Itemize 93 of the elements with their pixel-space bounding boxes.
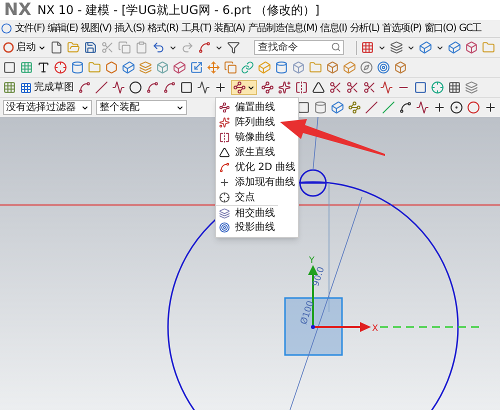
cube-icon[interactable]: [173, 61, 186, 74]
shape-icon[interactable]: [105, 61, 118, 74]
polyline-icon[interactable]: [197, 81, 210, 94]
x-axis-label: X: [372, 324, 378, 334]
caret-icon[interactable]: [176, 104, 184, 112]
compass-icon[interactable]: [360, 61, 373, 74]
menu-item[interactable]: 插入(S): [114, 21, 144, 36]
axis-icon[interactable]: [431, 81, 444, 94]
menu-item[interactable]: 格式(R): [148, 21, 178, 36]
new-file-icon[interactable]: [50, 41, 63, 54]
menu-item[interactable]: 添加现有曲线: [216, 175, 298, 190]
construction-line: [348, 196, 362, 240]
dimension-label: Ø100: [299, 300, 316, 326]
menu-item[interactable]: 装配(A): [214, 21, 245, 36]
cube-icon[interactable]: [122, 61, 135, 74]
finish-sketch-button[interactable]: 完成草图: [20, 80, 74, 95]
menu-item[interactable]: 窗口(O): [424, 21, 456, 36]
window-title: NX 10 - 建模 - [学UG就上UG网 - 6.prt （修改的）]: [37, 2, 320, 19]
mirror-curve-icon[interactable]: [295, 81, 308, 94]
cube-icon[interactable]: [448, 41, 461, 54]
menu-item[interactable]: 派生直线: [216, 145, 278, 160]
curve-icon[interactable]: [399, 101, 412, 114]
filter-icon[interactable]: [227, 41, 240, 54]
menu-item[interactable]: 投影曲线: [216, 220, 278, 235]
box-icon[interactable]: [326, 61, 339, 74]
search-icon[interactable]: [331, 42, 341, 52]
menu-item[interactable]: 阵列曲线: [216, 115, 278, 130]
menu-item[interactable]: 交点: [216, 190, 258, 205]
construction-line: [312, 117, 318, 170]
caret-icon[interactable]: [247, 84, 255, 92]
search-field[interactable]: 查找命令: [254, 40, 344, 55]
scale-icon[interactable]: [190, 61, 203, 74]
move-icon[interactable]: [207, 61, 220, 74]
start-button[interactable]: 启动: [3, 40, 46, 55]
target-icon[interactable]: [377, 61, 390, 74]
caret-icon[interactable]: [215, 44, 223, 52]
menu-item[interactable]: 偏置曲线: [216, 100, 278, 115]
menu-item[interactable]: 文件(F): [15, 21, 45, 36]
small-circle: [299, 169, 327, 197]
caret-icon[interactable]: [407, 44, 415, 52]
caret-icon[interactable]: [81, 104, 90, 112]
curve-icon[interactable]: [219, 162, 230, 173]
box-icon[interactable]: [465, 41, 478, 54]
line-icon[interactable]: [382, 101, 395, 114]
filter-dropdown[interactable]: 没有选择过滤器: [3, 100, 92, 115]
text-icon[interactable]: [37, 61, 50, 74]
cylinder-icon[interactable]: [275, 61, 288, 74]
line-icon[interactable]: [95, 81, 108, 94]
point-icon[interactable]: [214, 81, 227, 94]
menu-item[interactable]: 首选项(P): [382, 21, 422, 36]
layers-icon[interactable]: [465, 81, 478, 94]
curve-dropdown-button[interactable]: [231, 80, 257, 95]
copy-body-icon[interactable]: [224, 61, 237, 74]
grid-icon[interactable]: [448, 81, 461, 94]
center-icon[interactable]: [450, 101, 463, 114]
layers-icon[interactable]: [390, 41, 403, 54]
menu-item[interactable]: 产品制造信息(M): [248, 21, 318, 36]
polyline-icon[interactable]: [416, 101, 429, 114]
menu-item[interactable]: 信息(I): [320, 21, 347, 36]
caret-icon[interactable]: [436, 44, 444, 52]
y-axis-label: Y: [309, 256, 314, 266]
caret-icon[interactable]: [169, 44, 177, 52]
app-logo: NX: [4, 2, 32, 18]
menu-item[interactable]: GC工: [458, 21, 482, 36]
selected-square: [284, 297, 343, 356]
circle-icon[interactable]: [129, 81, 142, 94]
box-icon[interactable]: [394, 61, 407, 74]
mirror-curve-icon[interactable]: [219, 132, 230, 143]
menu-item[interactable]: 视图(V): [80, 21, 112, 36]
menu-item[interactable]: 分析(L): [350, 21, 380, 36]
cube-icon[interactable]: [331, 101, 344, 114]
trim-icon[interactable]: [329, 81, 342, 94]
scope-dropdown[interactable]: 整个装配: [96, 100, 187, 115]
point-icon[interactable]: [484, 101, 497, 114]
rectangle-icon[interactable]: [180, 81, 193, 94]
datum-axis-icon[interactable]: [54, 61, 67, 74]
menu-item[interactable]: 镜像曲线: [216, 130, 278, 145]
caret-icon[interactable]: [38, 44, 46, 52]
frame-icon[interactable]: [414, 81, 427, 94]
menu-item[interactable]: 相交曲线: [216, 205, 278, 220]
cube-icon[interactable]: [419, 41, 432, 54]
save-icon[interactable]: [84, 41, 97, 54]
menu-item[interactable]: 编辑(E): [48, 21, 78, 36]
menu-item[interactable]: 优化 2D 曲线: [216, 160, 298, 175]
cylinder-icon[interactable]: [71, 61, 84, 74]
undo-icon[interactable]: [152, 41, 165, 54]
dimension-label: 90.0: [311, 266, 328, 288]
grid-icon[interactable]: [361, 41, 374, 54]
caret-icon[interactable]: [378, 44, 386, 52]
line-icon[interactable]: [365, 101, 378, 114]
curve-icon[interactable]: [198, 41, 211, 54]
link-icon[interactable]: [241, 61, 254, 74]
menu-item[interactable]: 工具(T): [181, 21, 212, 36]
